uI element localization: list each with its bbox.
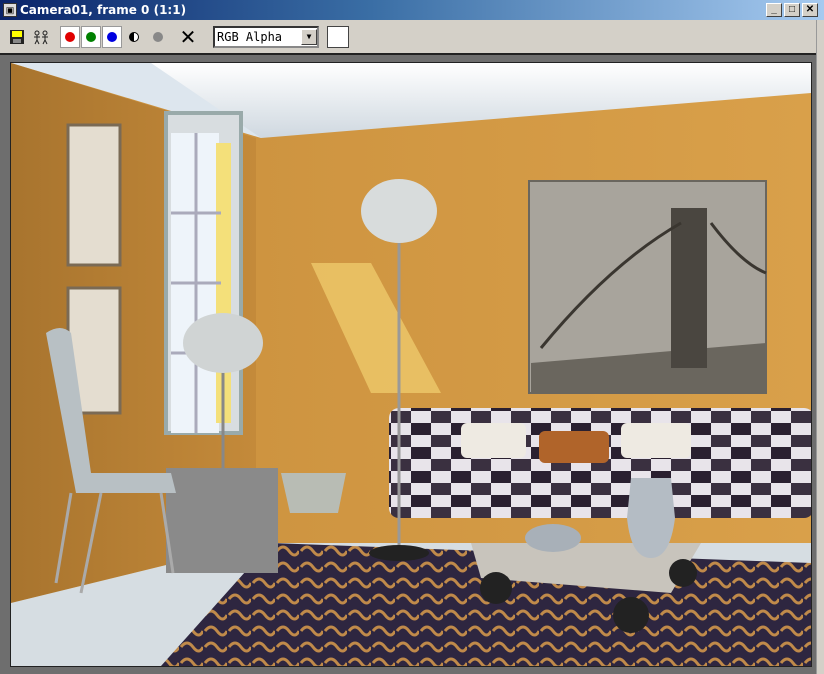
rendered-image	[10, 62, 812, 667]
clone-icon	[34, 30, 48, 45]
maximize-button[interactable]: □	[784, 3, 800, 17]
blue-channel-toggle[interactable]	[102, 26, 122, 48]
channel-select[interactable]: RGB Alpha ▼	[213, 26, 319, 48]
minimize-button[interactable]: _	[766, 3, 782, 17]
alpha-button[interactable]	[147, 26, 169, 48]
alpha-dot-icon	[153, 32, 163, 42]
save-button[interactable]	[6, 26, 28, 48]
color-swatch[interactable]	[327, 26, 349, 48]
title-bar: ▣ Camera01, frame 0 (1:1) _ □ ✕	[0, 0, 824, 20]
clear-button[interactable]: ✕	[177, 26, 199, 49]
max-app-icon: ▣	[3, 3, 17, 17]
room-render	[11, 63, 811, 666]
toolbar: ✕ RGB Alpha ▼	[0, 22, 824, 52]
window-title: Camera01, frame 0 (1:1)	[20, 3, 187, 17]
mono-button[interactable]	[123, 26, 145, 48]
green-channel-icon	[86, 32, 96, 42]
render-viewport	[0, 53, 816, 674]
scrollbar[interactable]	[816, 20, 824, 674]
red-channel-toggle[interactable]	[60, 26, 80, 48]
close-button[interactable]: ✕	[802, 3, 818, 17]
mono-icon	[129, 32, 139, 42]
green-channel-toggle[interactable]	[81, 26, 101, 48]
save-icon	[10, 30, 24, 44]
blue-channel-icon	[107, 32, 117, 42]
red-channel-icon	[65, 32, 75, 42]
clone-button[interactable]	[30, 26, 52, 48]
channel-select-value: RGB Alpha	[217, 30, 283, 44]
clear-icon: ✕	[179, 26, 197, 49]
chevron-down-icon[interactable]: ▼	[301, 29, 317, 45]
